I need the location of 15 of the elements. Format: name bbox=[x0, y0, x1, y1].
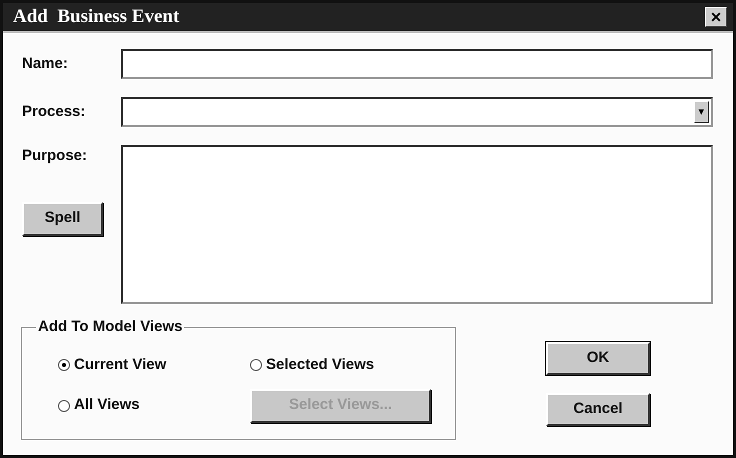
radio-option[interactable]: Selected Views bbox=[250, 354, 431, 376]
field-label: Process: bbox=[22, 102, 86, 122]
ok-button[interactable]: OK bbox=[546, 342, 650, 375]
purpose-field[interactable] bbox=[121, 145, 713, 304]
radio-option[interactable]: All Views bbox=[58, 394, 250, 417]
field-label: Purpose: bbox=[22, 146, 88, 166]
spell-button[interactable]: Spell bbox=[22, 202, 103, 236]
window-title: Add Business Event bbox=[13, 4, 180, 29]
name-field[interactable] bbox=[121, 49, 713, 79]
close-button[interactable]: × bbox=[705, 7, 727, 27]
cancel-button[interactable]: Cancel bbox=[546, 393, 650, 426]
field-label: Name: bbox=[22, 54, 69, 74]
dropdown-arrow-button[interactable]: ▾ bbox=[694, 101, 709, 123]
radio-option[interactable]: Current View bbox=[58, 354, 250, 376]
process-dropdown[interactable]: ▾ bbox=[121, 97, 713, 127]
